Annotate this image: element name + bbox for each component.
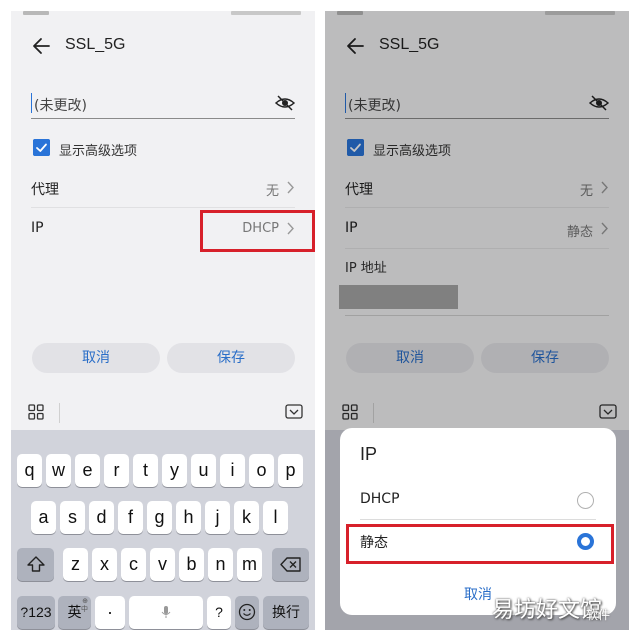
password-placeholder: (未更改) bbox=[34, 98, 87, 114]
screenshot-composite: SSL_5G (未更改) 显示高级选项 代理 无 IP DHCP 取消 保存 q… bbox=[0, 0, 640, 640]
proxy-value: 无 bbox=[265, 184, 279, 199]
key-l[interactable]: l bbox=[263, 501, 288, 534]
key-n[interactable]: n bbox=[208, 548, 233, 581]
top-bar: SSL_5G bbox=[11, 31, 315, 61]
ip-mode-dialog: IP DHCP 静态 取消 bbox=[340, 428, 616, 615]
dot-key[interactable]: · bbox=[95, 596, 125, 629]
key-p[interactable]: p bbox=[278, 454, 303, 487]
chevron-right-icon bbox=[287, 181, 294, 194]
space-key[interactable] bbox=[129, 596, 203, 629]
page-title: SSL_5G bbox=[65, 36, 126, 53]
text-caret bbox=[31, 93, 32, 113]
back-arrow-icon[interactable] bbox=[31, 35, 53, 57]
key-h[interactable]: h bbox=[176, 501, 201, 534]
language-key-sub: ⊕ 中 bbox=[81, 598, 88, 614]
proxy-row[interactable]: 代理 无 bbox=[31, 168, 295, 208]
key-s[interactable]: s bbox=[60, 501, 85, 534]
key-g[interactable]: g bbox=[147, 501, 172, 534]
question-key[interactable]: ? bbox=[207, 596, 231, 629]
microphone-icon bbox=[161, 606, 171, 618]
key-w[interactable]: w bbox=[46, 454, 71, 487]
key-m[interactable]: m bbox=[237, 548, 262, 581]
backspace-icon bbox=[279, 557, 301, 572]
language-key-alt: 中 bbox=[81, 606, 88, 613]
password-input[interactable]: (未更改) bbox=[31, 89, 295, 119]
key-z[interactable]: z bbox=[63, 548, 88, 581]
keyboard-hide-icon[interactable] bbox=[285, 404, 303, 420]
key-t[interactable]: t bbox=[133, 454, 158, 487]
cancel-button[interactable]: 取消 bbox=[32, 343, 160, 373]
static-option-highlight-box bbox=[346, 524, 614, 564]
key-j[interactable]: j bbox=[205, 501, 230, 534]
key-v[interactable]: v bbox=[150, 548, 175, 581]
key-o[interactable]: o bbox=[249, 454, 274, 487]
keyboard: q w e r t y u i o p a s d f g h j k l z … bbox=[11, 430, 315, 630]
option-dhcp-label: DHCP bbox=[360, 491, 400, 507]
radio-unselected-icon[interactable] bbox=[577, 492, 594, 509]
toolbar-divider bbox=[59, 403, 60, 423]
return-key[interactable]: 换行 bbox=[263, 596, 309, 629]
language-switch-key[interactable]: 英 ⊕ 中 bbox=[58, 596, 91, 629]
shift-arrow-icon bbox=[26, 556, 45, 572]
watermark-small-text: 软件 bbox=[586, 608, 611, 622]
key-f[interactable]: f bbox=[118, 501, 143, 534]
checkbox-checked-icon[interactable] bbox=[33, 139, 50, 156]
key-x[interactable]: x bbox=[92, 548, 117, 581]
key-y[interactable]: y bbox=[162, 454, 187, 487]
numbers-key[interactable]: ?123 bbox=[17, 596, 55, 629]
proxy-label: 代理 bbox=[31, 182, 59, 198]
emoji-key[interactable] bbox=[235, 596, 259, 629]
language-key-label: 英 bbox=[67, 604, 82, 620]
key-i[interactable]: i bbox=[220, 454, 245, 487]
key-k[interactable]: k bbox=[234, 501, 259, 534]
option-dhcp[interactable]: DHCP bbox=[360, 480, 596, 520]
keyboard-toolbar bbox=[11, 395, 315, 430]
shift-key[interactable] bbox=[17, 548, 54, 581]
advanced-options-label: 显示高级选项 bbox=[59, 144, 138, 159]
globe-glyph: ⊕ bbox=[82, 598, 88, 605]
key-a[interactable]: a bbox=[31, 501, 56, 534]
status-bar bbox=[11, 11, 315, 19]
dialog-title: IP bbox=[360, 444, 378, 464]
key-d[interactable]: d bbox=[89, 501, 114, 534]
key-e[interactable]: e bbox=[75, 454, 100, 487]
grid-menu-icon[interactable] bbox=[28, 404, 44, 420]
emoji-icon bbox=[238, 603, 256, 621]
key-b[interactable]: b bbox=[179, 548, 204, 581]
key-u[interactable]: u bbox=[191, 454, 216, 487]
save-button[interactable]: 保存 bbox=[167, 343, 295, 373]
left-phone-screen: SSL_5G (未更改) 显示高级选项 代理 无 IP DHCP 取消 保存 q… bbox=[11, 11, 315, 630]
backspace-key[interactable] bbox=[272, 548, 309, 581]
key-c[interactable]: c bbox=[121, 548, 146, 581]
ip-value-highlight-box bbox=[200, 210, 315, 252]
key-q[interactable]: q bbox=[17, 454, 42, 487]
key-r[interactable]: r bbox=[104, 454, 129, 487]
eye-hidden-icon[interactable] bbox=[275, 95, 295, 111]
right-phone-screen: SSL_5G (未更改) 显示高级选项 代理 无 IP 静态 IP 地址 取消 … bbox=[325, 11, 629, 630]
ip-label: IP bbox=[31, 220, 44, 236]
